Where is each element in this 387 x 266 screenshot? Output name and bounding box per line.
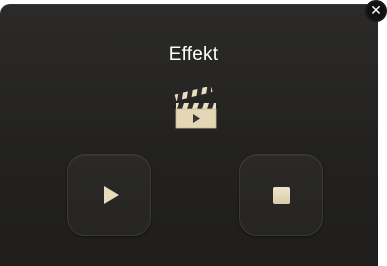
effect-dialog: Effekt ✕ — [0, 0, 387, 266]
dialog-title: Effekt — [168, 44, 219, 65]
stop-icon — [272, 186, 290, 204]
close-icon: ✕ — [370, 3, 382, 19]
stop-button[interactable] — [239, 154, 323, 236]
clapperboard-icon — [173, 87, 217, 129]
close-button[interactable]: ✕ — [365, 0, 387, 22]
dialog-panel: Effekt — [0, 4, 378, 266]
play-button[interactable] — [67, 154, 151, 236]
play-icon — [103, 186, 119, 204]
